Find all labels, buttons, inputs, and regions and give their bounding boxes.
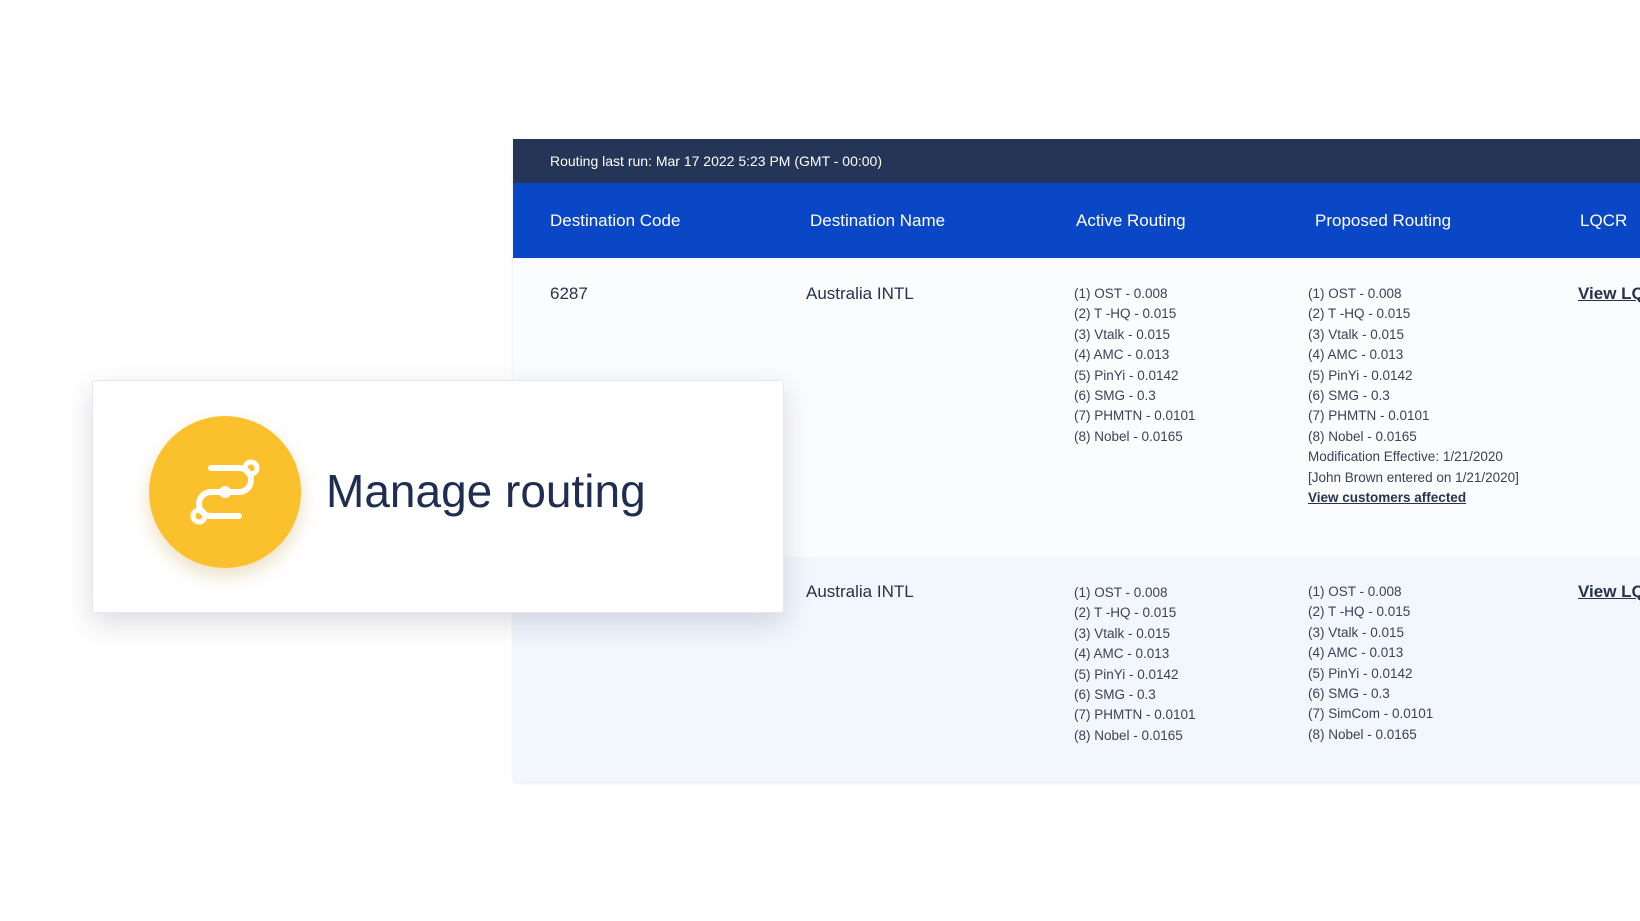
- route-entry: (5) PinYi - 0.0142: [1308, 665, 1413, 681]
- entered-by-text: [John Brown entered on 1/21/2020]: [1308, 469, 1519, 485]
- route-entry: (2) T -HQ - 0.015: [1074, 605, 1177, 621]
- route-entry: (3) Vtalk - 0.015: [1308, 624, 1405, 640]
- routing-icon: [190, 459, 260, 525]
- route-entry: (1) OST - 0.008: [1308, 286, 1402, 301]
- destination-code-cell: 6287: [550, 284, 588, 303]
- destination-name-cell: Australia INTL: [806, 582, 914, 601]
- route-entry: (4) AMC - 0.013: [1308, 347, 1404, 363]
- destination-name-cell: Australia INTL: [806, 284, 914, 303]
- route-entry: (2) T -HQ - 0.015: [1308, 306, 1411, 322]
- route-entry: (7) SimCom - 0.0101: [1308, 706, 1434, 722]
- column-header-active-routing[interactable]: Active Routing: [1076, 183, 1186, 258]
- route-entry: (4) AMC - 0.013: [1074, 646, 1170, 662]
- route-entry: (4) AMC - 0.013: [1074, 347, 1170, 363]
- route-entry: (5) PinYi - 0.0142: [1074, 666, 1179, 682]
- route-entry: (3) Vtalk - 0.015: [1308, 326, 1405, 342]
- column-header-proposed-routing[interactable]: Proposed Routing: [1315, 183, 1451, 258]
- view-lqcr-link[interactable]: View LQ: [1578, 284, 1640, 304]
- route-entry: (2) T -HQ - 0.015: [1308, 604, 1411, 620]
- column-header-destination-code[interactable]: Destination Code: [550, 183, 680, 258]
- route-entry: (4) AMC - 0.013: [1308, 645, 1404, 661]
- routing-last-run-text: Routing last run: Mar 17 2022 5:23 PM (G…: [550, 153, 883, 169]
- route-entry: (7) PHMTN - 0.0101: [1308, 408, 1430, 424]
- active-routing-list: (1) OST - 0.008 (2) T -HQ - 0.015 (3) Vt…: [1074, 284, 1196, 447]
- route-entry: (6) SMG - 0.3: [1074, 687, 1156, 703]
- route-entry: (8) Nobel - 0.0165: [1074, 428, 1183, 444]
- table-header: Destination Code Destination Name Active…: [513, 183, 1640, 258]
- route-entry: (2) T -HQ - 0.015: [1074, 306, 1177, 322]
- manage-routing-card[interactable]: Manage routing: [92, 380, 784, 613]
- column-header-lqcr[interactable]: LQCR: [1580, 183, 1627, 258]
- column-header-destination-name[interactable]: Destination Name: [810, 183, 945, 258]
- proposed-routing-list: (1) OST - 0.008 (2) T -HQ - 0.015 (3) Vt…: [1308, 582, 1433, 745]
- route-entry: (1) OST - 0.008: [1074, 286, 1168, 301]
- route-entry: (8) Nobel - 0.0165: [1308, 428, 1417, 444]
- route-entry: (8) Nobel - 0.0165: [1308, 726, 1417, 742]
- view-lqcr-link[interactable]: View LQ: [1578, 582, 1640, 602]
- route-entry: (6) SMG - 0.3: [1074, 388, 1156, 404]
- route-entry: (5) PinYi - 0.0142: [1308, 367, 1413, 383]
- routing-icon-badge: [149, 416, 301, 568]
- route-entry: (3) Vtalk - 0.015: [1074, 625, 1171, 641]
- route-entry: (1) OST - 0.008: [1308, 584, 1402, 599]
- route-entry: (5) PinYi - 0.0142: [1074, 367, 1179, 383]
- route-entry: (3) Vtalk - 0.015: [1074, 326, 1171, 342]
- route-entry: (7) PHMTN - 0.0101: [1074, 408, 1196, 424]
- active-routing-list: (1) OST - 0.008 (2) T -HQ - 0.015 (3) Vt…: [1074, 583, 1196, 746]
- route-entry: (6) SMG - 0.3: [1308, 388, 1390, 404]
- modification-effective-text: Modification Effective: 1/21/2020: [1308, 449, 1503, 465]
- route-entry: (7) PHMTN - 0.0101: [1074, 707, 1196, 723]
- routing-last-run-bar: Routing last run: Mar 17 2022 5:23 PM (G…: [513, 139, 1640, 183]
- route-entry: (1) OST - 0.008: [1074, 585, 1168, 600]
- route-entry: (8) Nobel - 0.0165: [1074, 727, 1183, 743]
- manage-routing-title: Manage routing: [326, 465, 646, 517]
- proposed-routing-list: (1) OST - 0.008 (2) T -HQ - 0.015 (3) Vt…: [1308, 284, 1519, 508]
- view-customers-affected-link[interactable]: View customers affected: [1308, 488, 1519, 508]
- route-entry: (6) SMG - 0.3: [1308, 686, 1390, 702]
